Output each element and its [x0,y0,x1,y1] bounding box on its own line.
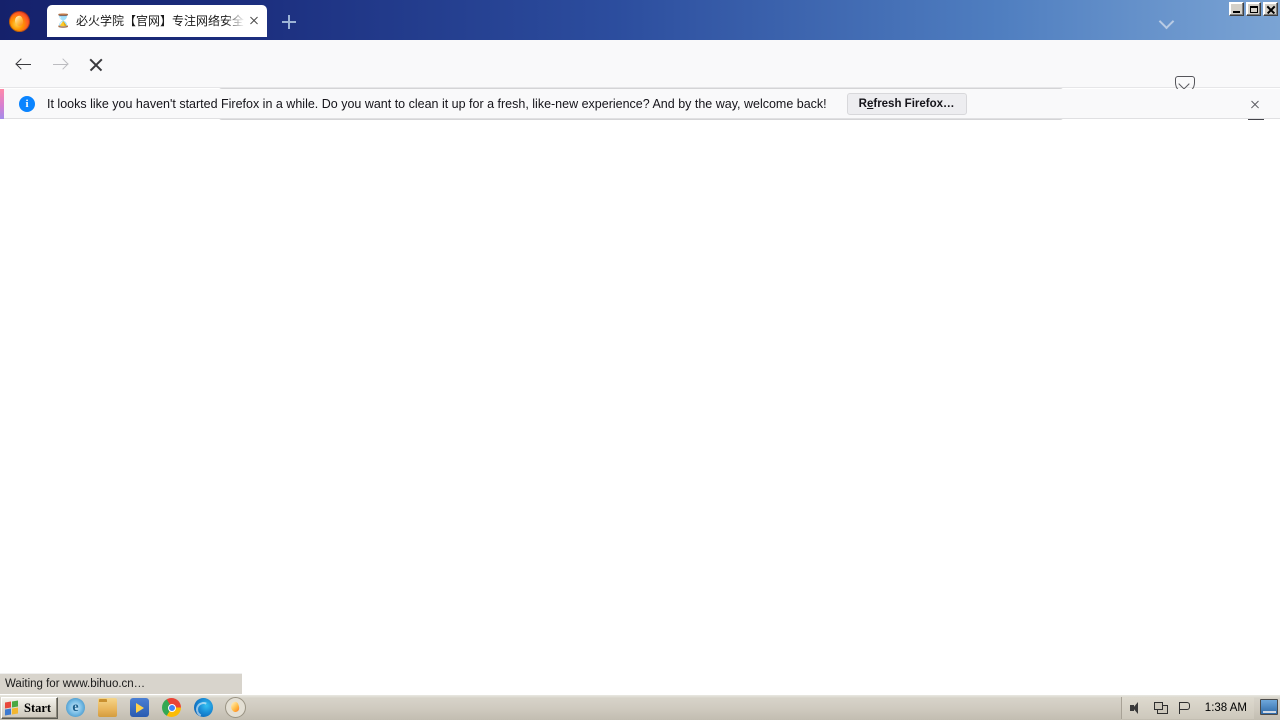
microsoft-edge-icon[interactable] [194,698,213,717]
page-content-area: ANY RUN [0,120,1280,694]
volume-icon[interactable] [1129,701,1144,715]
notification-bar: i It looks like you haven't started Fire… [0,89,1280,119]
back-button[interactable] [14,54,34,74]
notification-accent-stripe [0,89,4,119]
quick-launch-bar [66,697,246,718]
system-tray: 1:38 AM [1120,697,1254,719]
firefox-logo-icon [9,11,30,32]
network-icon[interactable] [1153,701,1168,715]
refresh-button-suffix: fresh Firefox… [873,97,955,110]
flag-icon[interactable] [1177,701,1192,715]
status-text: Waiting for www.bihuo.cn… [5,678,146,690]
show-desktop-button[interactable] [1260,699,1278,715]
forward-button [50,54,70,74]
status-bar: Waiting for www.bihuo.cn… [0,673,242,694]
media-player-icon[interactable] [130,698,149,717]
minimize-button[interactable] [1229,2,1244,16]
info-icon: i [19,95,35,112]
notification-message: It looks like you haven't started Firefo… [47,96,827,111]
new-tab-button[interactable] [280,13,298,31]
refresh-button-prefix: R [858,97,867,110]
mozilla-firefox-icon[interactable] [225,697,246,718]
browser-window: ⌛ 必火学院【官网】专注网络安全培 www.bihuo.cn ★ [0,0,1280,720]
hourglass-loading-icon: ⌛ [55,13,72,28]
internet-explorer-icon[interactable] [66,698,85,717]
window-controls [1229,2,1278,16]
stop-button[interactable] [86,54,106,74]
tab-title: 必火学院【官网】专注网络安全培 [76,14,245,28]
windows-flag-icon [5,700,20,716]
browser-tab[interactable]: ⌛ 必火学院【官网】专注网络安全培 [47,5,267,37]
chevron-down-icon[interactable] [1158,14,1176,28]
file-explorer-icon[interactable] [98,698,117,717]
windows-taskbar: Start 1:38 AM [0,694,1280,720]
start-button[interactable]: Start [1,697,59,719]
refresh-firefox-button[interactable]: Re fresh Firefox… [846,92,967,115]
navigation-toolbar: www.bihuo.cn ★ [0,40,1280,130]
clock[interactable]: 1:38 AM [1205,702,1247,714]
close-tab-icon[interactable] [245,12,263,30]
close-button[interactable] [1263,2,1278,16]
google-chrome-icon[interactable] [162,698,181,717]
close-notification-icon[interactable] [1247,96,1263,112]
restore-button[interactable] [1246,2,1261,16]
title-bar: ⌛ 必火学院【官网】专注网络安全培 [0,0,1280,40]
start-button-label: Start [24,700,52,715]
